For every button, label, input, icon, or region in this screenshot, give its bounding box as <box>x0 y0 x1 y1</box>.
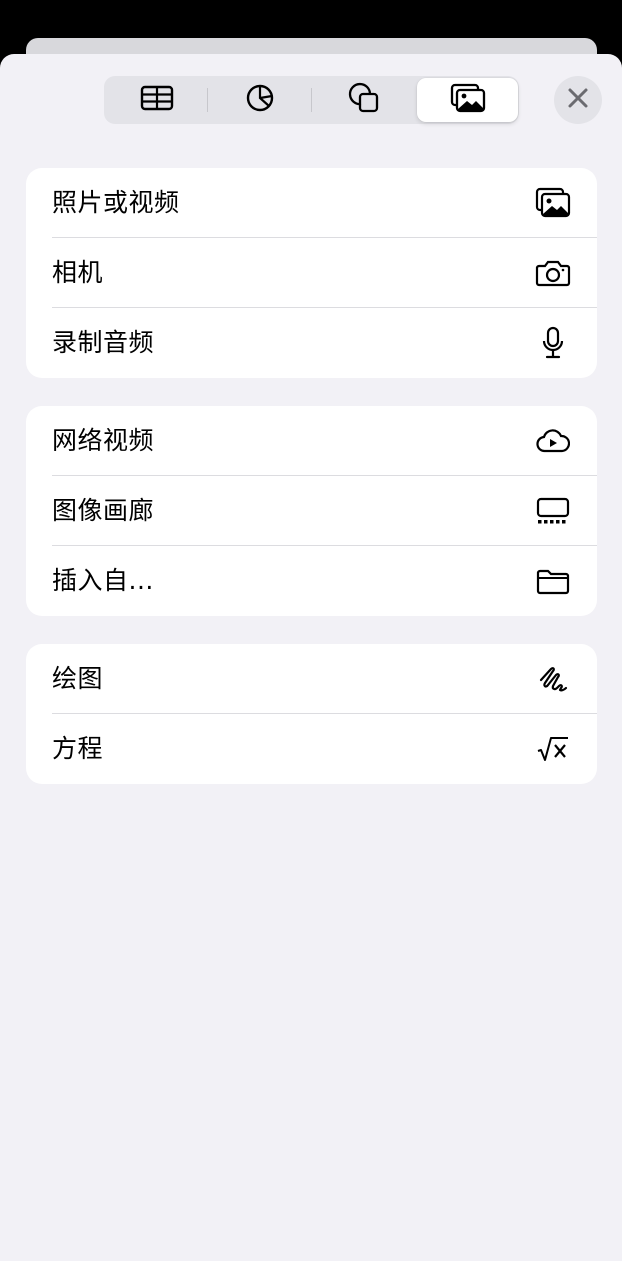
insert-type-segmented-control <box>104 76 519 124</box>
menu-item-label: 图像画廊 <box>52 496 155 525</box>
menu-item-label: 插入自... <box>52 566 154 595</box>
menu-item-camera[interactable]: 相机 <box>26 238 597 308</box>
chart-icon <box>245 83 275 117</box>
camera-icon <box>535 255 571 291</box>
menu-item-equation[interactable]: 方程 <box>26 714 597 784</box>
menu-item-label: 照片或视频 <box>52 188 180 217</box>
media-icon <box>450 83 486 117</box>
segment-divider <box>207 88 208 112</box>
drawing-group: 绘图 方程 <box>26 644 597 784</box>
menu-item-label: 网络视频 <box>52 426 155 455</box>
menu-item-image-gallery[interactable]: 图像画廊 <box>26 476 597 546</box>
equation-icon <box>535 731 571 767</box>
tab-media[interactable] <box>417 78 518 122</box>
tab-shapes[interactable] <box>313 78 414 122</box>
close-icon <box>567 87 589 113</box>
image-gallery-icon <box>535 493 571 529</box>
media-options-group: 照片或视频 相机 录制音频 <box>26 168 597 378</box>
cloud-play-icon <box>535 423 571 459</box>
shapes-icon <box>348 82 380 118</box>
folder-icon <box>535 563 571 599</box>
tab-table[interactable] <box>106 78 207 122</box>
online-media-group: 网络视频 图像画廊 插入自... <box>26 406 597 616</box>
tab-chart[interactable] <box>209 78 310 122</box>
microphone-icon <box>535 325 571 361</box>
menu-item-drawing[interactable]: 绘图 <box>26 644 597 714</box>
close-button[interactable] <box>554 76 602 124</box>
menu-item-record-audio[interactable]: 录制音频 <box>26 308 597 378</box>
menu-item-label: 录制音频 <box>52 328 155 357</box>
segment-divider <box>311 88 312 112</box>
drawing-icon <box>535 661 571 697</box>
menu-item-label: 相机 <box>52 258 104 287</box>
insert-media-sheet: 照片或视频 相机 录制音频 网络视频 图像画廊 插入自... 绘图 方程 <box>0 54 622 1261</box>
menu-item-label: 方程 <box>52 734 104 763</box>
menu-item-web-video[interactable]: 网络视频 <box>26 406 597 476</box>
photo-icon <box>535 185 571 221</box>
table-icon <box>140 85 174 115</box>
menu-item-insert-from[interactable]: 插入自... <box>26 546 597 616</box>
menu-item-label: 绘图 <box>52 664 104 693</box>
menu-item-photo-or-video[interactable]: 照片或视频 <box>26 168 597 238</box>
